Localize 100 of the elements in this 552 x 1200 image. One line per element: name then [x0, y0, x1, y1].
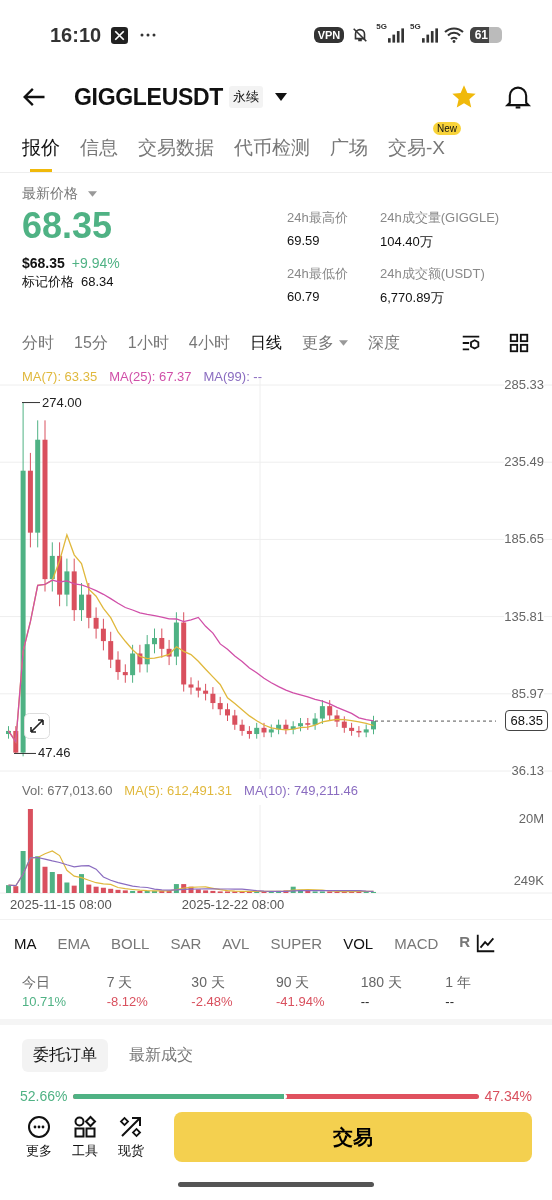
interval-tab[interactable]: 更多	[301, 332, 348, 354]
usd-price: $68.35	[22, 255, 65, 271]
volume-bar	[6, 885, 11, 893]
return-value: 10.71%	[22, 994, 68, 1009]
interval-tab[interactable]: 1小时	[127, 332, 169, 354]
low-label: 47.46	[38, 745, 71, 761]
dropdown-caret-icon[interactable]	[275, 93, 288, 101]
stat-label: 24h最低价	[287, 265, 349, 283]
sell-ratio: 47.34%	[484, 1088, 532, 1104]
stat-label: 24h最高价	[287, 209, 349, 227]
return-value: --	[445, 994, 456, 1009]
period-label: 90 天	[276, 974, 311, 992]
candle	[6, 725, 11, 740]
axis-label: 285.33	[504, 377, 544, 392]
indicator-tab[interactable]: R	[459, 932, 471, 950]
caret-icon[interactable]	[88, 191, 97, 197]
nav-button[interactable]: 现货	[118, 1114, 144, 1160]
return-value: -8.12%	[106, 994, 149, 1009]
volume-legend: MA(10): 749,211.46	[244, 783, 358, 799]
interval-tab[interactable]: 日线	[249, 332, 282, 354]
candle	[225, 702, 230, 722]
volume-bar	[152, 890, 157, 893]
stat-value: 104.40万	[380, 233, 434, 251]
indicator-tab[interactable]: AVL	[222, 934, 250, 952]
battery-indicator: 61	[469, 27, 502, 43]
interval-tab[interactable]: 15分	[74, 332, 108, 354]
status-time: 16:10	[50, 23, 102, 47]
vpn-badge: VPN	[313, 27, 345, 43]
new-badge: New	[433, 122, 461, 135]
period-label: 7 天	[106, 974, 134, 992]
leader-line	[21, 402, 41, 404]
stat-label: 24h成交额(USDT)	[380, 265, 486, 283]
leader-line	[13, 752, 37, 754]
candle	[298, 717, 303, 732]
candle	[371, 715, 376, 735]
volume-legend: Vol: 677,013.60	[22, 783, 113, 799]
candle	[79, 582, 84, 622]
contract-tag: 永续	[229, 86, 264, 108]
network-label: 5G	[409, 22, 421, 31]
stat-label: 24h成交量(GIGGLE)	[380, 209, 501, 227]
last-price: 68.35	[22, 205, 114, 247]
order-tab[interactable]: 委托订单	[22, 1039, 108, 1072]
period-label: 1 年	[445, 974, 473, 992]
tab[interactable]: 广场	[330, 130, 368, 172]
price-label: 最新价格	[22, 185, 78, 203]
ma-legend: MA(99): --	[203, 369, 263, 385]
interval-tab[interactable]: 分时	[22, 332, 54, 354]
axis-label: 36.13	[511, 763, 544, 778]
tab[interactable]: 代币检测	[234, 130, 310, 172]
return-value: -41.94%	[276, 994, 326, 1009]
trade-button[interactable]: 交易	[174, 1112, 532, 1162]
stat-value: 69.59	[287, 233, 321, 248]
indicator-tab[interactable]: VOL	[343, 934, 374, 952]
tab[interactable]: 交易数据	[138, 130, 214, 172]
network-label: 5G	[376, 22, 387, 31]
tools-icon	[73, 1114, 97, 1139]
wifi-icon	[443, 26, 464, 44]
tab[interactable]: 信息	[80, 130, 118, 172]
indicator-tab[interactable]: SUPER	[270, 934, 323, 952]
volume-legend: MA(5): 612,491.31	[124, 783, 233, 799]
caret-icon	[338, 340, 348, 346]
axis-label: 20M	[518, 811, 544, 826]
nav-button[interactable]: 工具	[72, 1114, 98, 1160]
order-tab[interactable]: 最新成交	[118, 1039, 204, 1072]
indicator-tab[interactable]: SAR	[170, 934, 202, 952]
return-value: -2.48%	[191, 994, 234, 1009]
signal-icon	[387, 27, 404, 43]
indicator-tab[interactable]: BOLL	[111, 934, 150, 952]
mark-price-label: 标记价格	[22, 273, 74, 291]
symbol-title: GIGGLEUSDT	[74, 83, 224, 111]
axis-label: 249K	[513, 873, 544, 888]
current-price-tag: 68.35	[505, 710, 548, 732]
volume-bar	[79, 874, 84, 893]
more-icon	[27, 1114, 51, 1139]
buy-ratio: 52.66%	[20, 1088, 68, 1104]
interval-tab[interactable]: 4小时	[188, 332, 230, 354]
candle	[152, 628, 157, 654]
price-change: +9.94%	[71, 255, 120, 271]
x-app-icon	[111, 26, 129, 44]
tab[interactable]: 报价	[22, 130, 60, 172]
indicator-tab[interactable]: MA	[14, 934, 37, 952]
return-value: --	[360, 994, 371, 1009]
nav-button[interactable]: 更多	[26, 1114, 52, 1160]
ma-legend: MA(7): 63.35	[22, 369, 98, 385]
interval-tab[interactable]: 深度	[367, 332, 400, 354]
indicator-tab[interactable]: MACD	[394, 934, 439, 952]
period-label: 30 天	[191, 974, 226, 992]
date-label: 2025-11-15 08:00	[10, 897, 112, 914]
period-label: 今日	[22, 974, 51, 992]
indicator-tab[interactable]: EMA	[57, 934, 90, 952]
expand-icon[interactable]	[24, 713, 50, 739]
date-label: 2025-12-22 08:00	[181, 897, 285, 914]
grid-icon[interactable]	[508, 332, 530, 354]
period-label: 180 天	[360, 974, 403, 992]
mark-price: 68.34	[81, 274, 114, 289]
more-icon	[140, 33, 157, 37]
signal-icon	[421, 27, 438, 43]
volume-bar	[298, 889, 303, 893]
stat-value: 60.79	[287, 289, 321, 304]
stat-value: 6,770.89万	[380, 289, 445, 307]
